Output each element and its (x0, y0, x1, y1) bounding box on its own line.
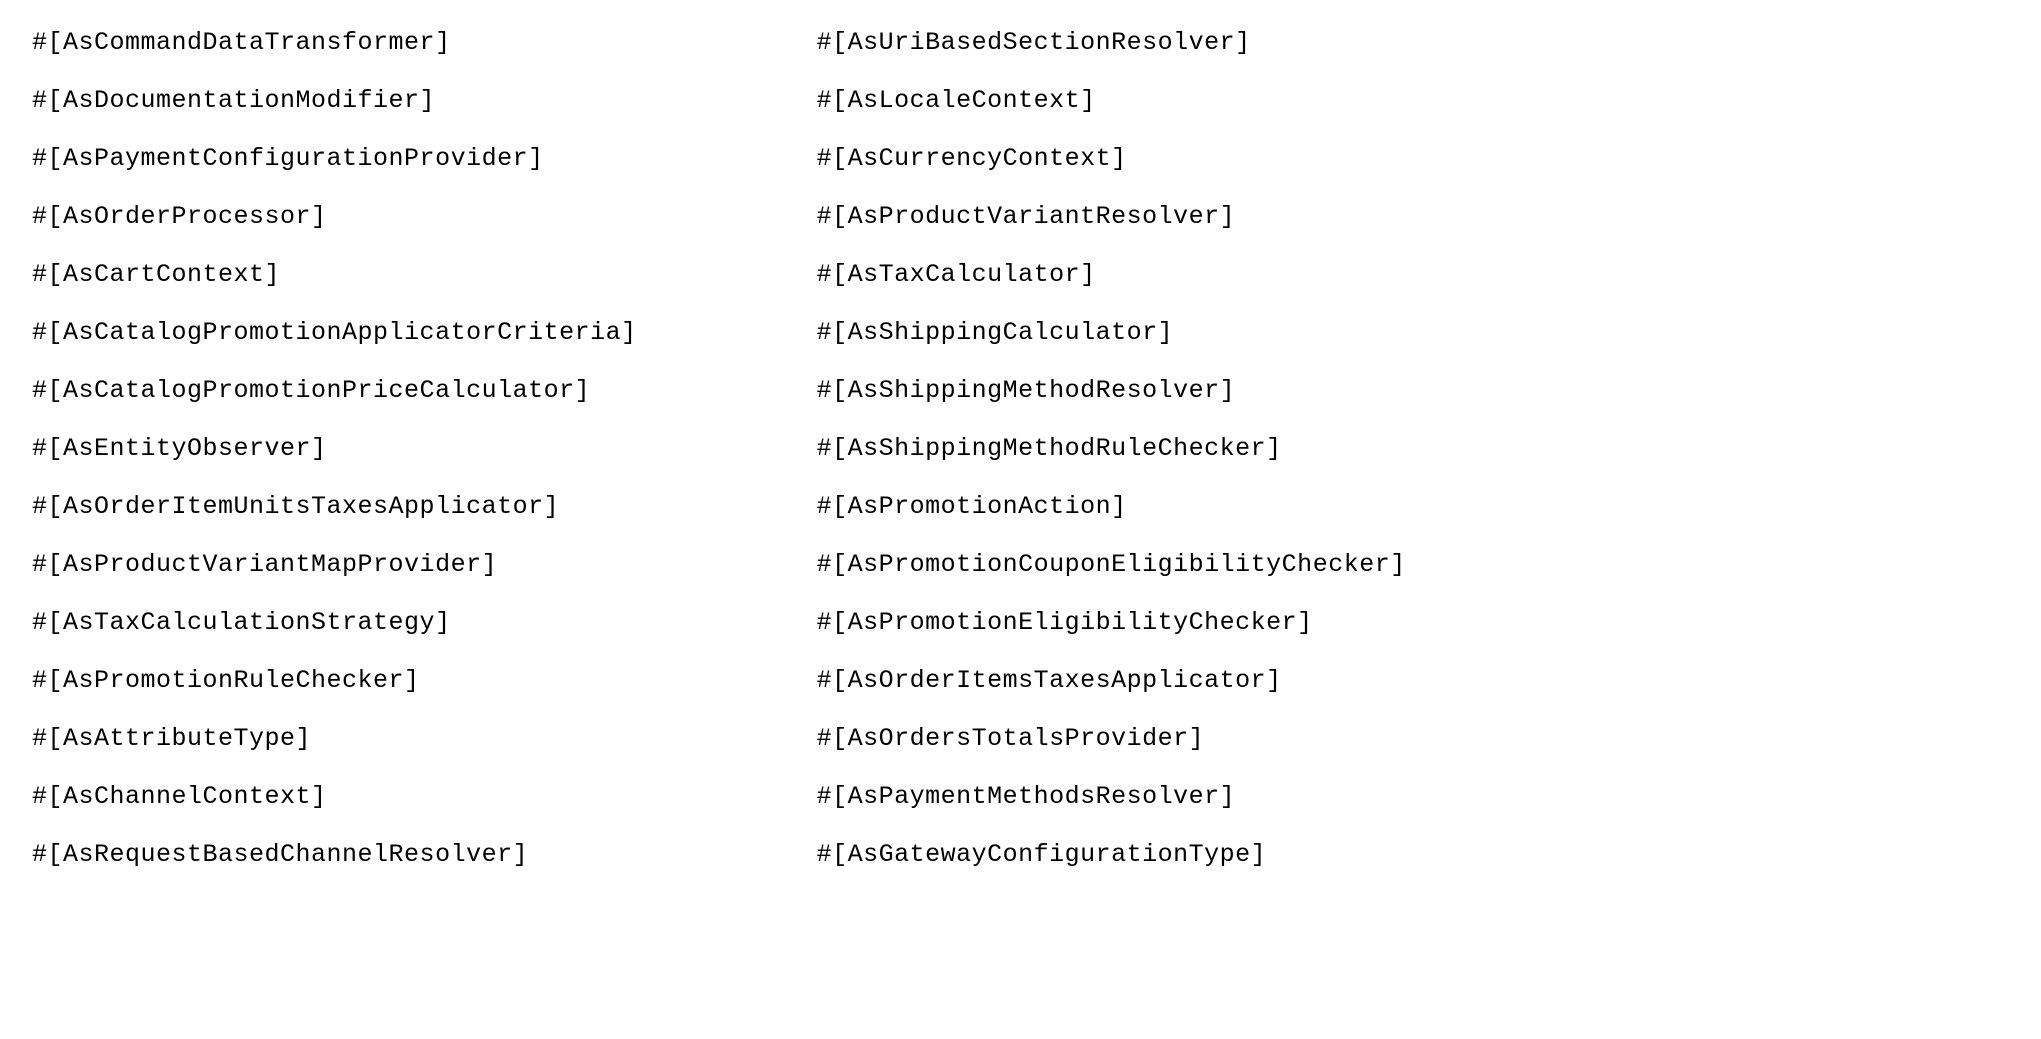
list-item: #[AsProductVariantMapProvider] (32, 550, 637, 580)
list-item: #[AsCatalogPromotionPriceCalculator] (32, 376, 637, 406)
list-item: #[AsPaymentConfigurationProvider] (32, 144, 637, 174)
list-item: #[AsChannelContext] (32, 782, 637, 812)
list-item: #[AsShippingCalculator] (817, 318, 1406, 348)
list-item: #[AsPromotionAction] (817, 492, 1406, 522)
list-item: #[AsTaxCalculator] (817, 260, 1406, 290)
list-item: #[AsOrderProcessor] (32, 202, 637, 232)
list-item: #[AsCartContext] (32, 260, 637, 290)
list-item: #[AsAttributeType] (32, 724, 637, 754)
list-item: #[AsOrderItemUnitsTaxesApplicator] (32, 492, 637, 522)
list-item: #[AsPromotionCouponEligibilityChecker] (817, 550, 1406, 580)
list-item: #[AsDocumentationModifier] (32, 86, 637, 116)
list-item: #[AsUriBasedSectionResolver] (817, 28, 1406, 58)
list-item: #[AsOrderItemsTaxesApplicator] (817, 666, 1406, 696)
list-item: #[AsPromotionRuleChecker] (32, 666, 637, 696)
list-item: #[AsLocaleContext] (817, 86, 1406, 116)
right-column: #[AsUriBasedSectionResolver] #[AsLocaleC… (817, 28, 1406, 870)
list-item: #[AsOrdersTotalsProvider] (817, 724, 1406, 754)
list-item: #[AsEntityObserver] (32, 434, 637, 464)
list-item: #[AsTaxCalculationStrategy] (32, 608, 637, 638)
list-item: #[AsShippingMethodRuleChecker] (817, 434, 1406, 464)
list-item: #[AsPaymentMethodsResolver] (817, 782, 1406, 812)
list-item: #[AsCurrencyContext] (817, 144, 1406, 174)
attribute-list-container: #[AsCommandDataTransformer] #[AsDocument… (32, 28, 2009, 870)
list-item: #[AsCommandDataTransformer] (32, 28, 637, 58)
list-item: #[AsRequestBasedChannelResolver] (32, 840, 637, 870)
list-item: #[AsGatewayConfigurationType] (817, 840, 1406, 870)
list-item: #[AsCatalogPromotionApplicatorCriteria] (32, 318, 637, 348)
list-item: #[AsShippingMethodResolver] (817, 376, 1406, 406)
list-item: #[AsProductVariantResolver] (817, 202, 1406, 232)
left-column: #[AsCommandDataTransformer] #[AsDocument… (32, 28, 637, 870)
list-item: #[AsPromotionEligibilityChecker] (817, 608, 1406, 638)
